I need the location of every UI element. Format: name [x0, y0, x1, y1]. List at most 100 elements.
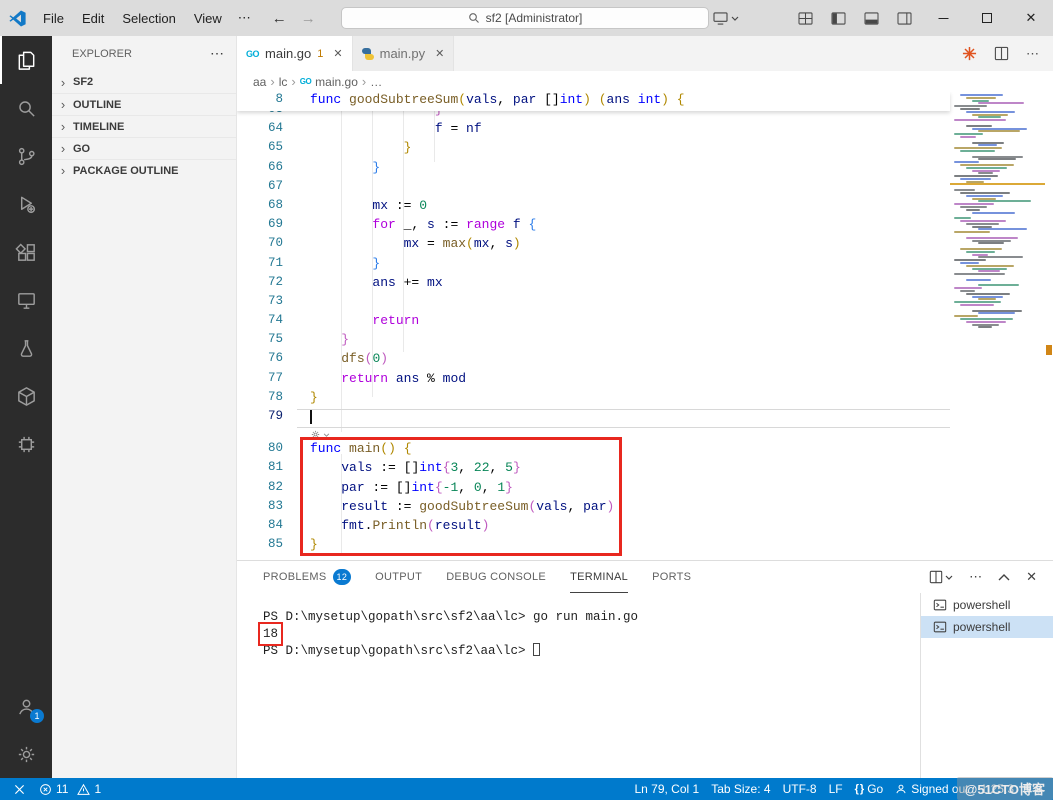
- code-line[interactable]: 64 f = nf: [237, 121, 950, 140]
- code-token: :=: [434, 217, 467, 233]
- terminal-output[interactable]: PS D:\mysetup\gopath\src\sf2\aa\lc> go r…: [237, 601, 920, 660]
- menu-selection[interactable]: Selection: [113, 7, 184, 30]
- panel-tab-debug-console[interactable]: DEBUG CONSOLE: [446, 561, 546, 593]
- terminal-instance-powershell[interactable]: powershell: [921, 616, 1053, 638]
- accounts-icon[interactable]: 1: [0, 682, 52, 730]
- code-line[interactable]: 76 dfs(0): [237, 351, 950, 370]
- remote-explorer-icon[interactable]: [0, 276, 52, 324]
- search-icon[interactable]: [0, 84, 52, 132]
- tab-close-icon[interactable]: ✕: [435, 47, 444, 60]
- package-icon[interactable]: [0, 372, 52, 420]
- status-encoding[interactable]: UTF-8: [777, 778, 823, 800]
- panel-tab-ports[interactable]: PORTS: [652, 561, 691, 593]
- panel-tab-output[interactable]: OUTPUT: [375, 561, 422, 593]
- code-line[interactable]: 71 }: [237, 256, 950, 275]
- panel-tab-problems[interactable]: PROBLEMS 12: [263, 561, 352, 593]
- menu-view[interactable]: View: [185, 7, 231, 30]
- code-line[interactable]: 79: [237, 409, 950, 429]
- source-control-icon[interactable]: [0, 132, 52, 180]
- minimize-button[interactable]: [921, 0, 965, 36]
- code-line[interactable]: 66 }: [237, 160, 950, 179]
- toggle-panel-icon[interactable]: [855, 11, 888, 25]
- split-terminal-icon[interactable]: [929, 570, 953, 584]
- code-line[interactable]: 72 ans += mx: [237, 275, 950, 294]
- menu-overflow[interactable]: ⋯: [231, 6, 258, 30]
- editor-scrollbar[interactable]: [1045, 92, 1053, 560]
- editor-more-actions-icon[interactable]: ⋯: [1026, 46, 1039, 62]
- run-extension-icon[interactable]: [962, 46, 977, 61]
- breadcrumb-item[interactable]: lc: [279, 75, 288, 89]
- menu-file[interactable]: File: [34, 7, 73, 30]
- status-cursor-position[interactable]: Ln 79, Col 1: [628, 778, 705, 800]
- code-line[interactable]: 69 for _, s := range f {: [237, 217, 950, 236]
- panel-tab-label: PROBLEMS: [263, 570, 327, 583]
- toggle-sidebar-icon[interactable]: [822, 11, 855, 25]
- sticky-scroll-line[interactable]: 8 func goodSubtreeSum(vals, par []int) (…: [237, 92, 950, 111]
- tab-close-icon[interactable]: ✕: [333, 47, 342, 60]
- sidebar-section-outline[interactable]: › OUTLINE: [52, 93, 236, 115]
- terminal-profile-icon[interactable]: [703, 11, 749, 25]
- minimap-line: [978, 130, 1020, 133]
- close-panel-icon[interactable]: ✕: [1026, 569, 1037, 585]
- minimap-line: [966, 180, 984, 183]
- breadcrumb-item[interactable]: …: [370, 75, 382, 89]
- section-label: OUTLINE: [73, 98, 122, 111]
- menu-edit[interactable]: Edit: [73, 7, 113, 30]
- split-editor-icon[interactable]: [994, 46, 1009, 61]
- line-content: }: [297, 160, 950, 179]
- toggle-secondary-sidebar-icon[interactable]: [888, 11, 921, 25]
- chip-icon[interactable]: [0, 420, 52, 468]
- problems-status[interactable]: 11 1: [33, 778, 107, 800]
- sidebar-section-go[interactable]: › GO: [52, 137, 236, 159]
- breadcrumb-item[interactable]: aa: [253, 75, 266, 89]
- code-line[interactable]: 68 mx := 0: [237, 198, 950, 217]
- terminal-instance-powershell[interactable]: powershell: [921, 594, 1053, 616]
- line-number: 73: [267, 293, 283, 308]
- minimap[interactable]: [950, 92, 1045, 560]
- panel-more-actions-icon[interactable]: ⋯: [969, 569, 982, 585]
- minimap-line: [966, 292, 1010, 295]
- command-center-search[interactable]: sf2 [Administrator]: [341, 7, 709, 29]
- code-line[interactable]: 70 mx = max(mx, s): [237, 236, 950, 255]
- customize-layout-icon[interactable]: [789, 11, 822, 25]
- close-button[interactable]: ✕: [1009, 0, 1053, 36]
- line-number: 82: [267, 479, 283, 494]
- breadcrumb-item[interactable]: GO main.go: [300, 75, 358, 89]
- forward-arrow-icon[interactable]: →: [301, 10, 316, 27]
- sidebar-section-sf2[interactable]: › SF2: [52, 71, 236, 93]
- maximize-button[interactable]: [965, 0, 1009, 36]
- code-editor[interactable]: 63 }64 f = nf65 }66 }6768 mx := 069 for …: [237, 92, 1053, 560]
- status-indentation[interactable]: Tab Size: 4: [705, 778, 776, 800]
- sidebar-section-timeline[interactable]: › TIMELINE: [52, 115, 236, 137]
- sidebar-section-package-outline[interactable]: › PACKAGE OUTLINE: [52, 159, 236, 181]
- explorer-icon[interactable]: [0, 36, 52, 84]
- status-language-mode[interactable]: { } Go: [849, 778, 890, 800]
- minimap-line: [954, 147, 1002, 150]
- extensions-icon[interactable]: [0, 228, 52, 276]
- back-arrow-icon[interactable]: ←: [272, 10, 287, 27]
- chevron-right-icon: ›: [60, 119, 66, 134]
- views-more-actions-icon[interactable]: ⋯: [210, 45, 224, 62]
- panel-tab-terminal[interactable]: TERMINAL: [570, 561, 629, 593]
- tab-main.py[interactable]: main.py ✕: [352, 36, 455, 71]
- minimap-line: [972, 309, 1022, 312]
- maximize-panel-icon[interactable]: [998, 573, 1010, 581]
- code-token: {: [676, 92, 685, 107]
- run-and-debug-icon[interactable]: [0, 180, 52, 228]
- code-line[interactable]: 73: [237, 294, 950, 313]
- status-label: Ln 79, Col 1: [634, 782, 700, 796]
- code-line[interactable]: 77 return ans % mod: [237, 371, 950, 390]
- remote-indicator-icon[interactable]: [8, 778, 31, 800]
- code-line[interactable]: 78}: [237, 390, 950, 409]
- testing-icon[interactable]: [0, 324, 52, 372]
- code-line[interactable]: 74 return: [237, 313, 950, 332]
- code-line[interactable]: 75 }: [237, 332, 950, 351]
- line-content: }: [297, 332, 950, 351]
- status-eol[interactable]: LF: [823, 778, 849, 800]
- code-token: int: [559, 92, 584, 107]
- settings-gear-icon[interactable]: [0, 730, 52, 778]
- tab-main.go[interactable]: GO main.go 1 ✕: [237, 36, 353, 71]
- code-line[interactable]: 65 }: [237, 140, 950, 159]
- code-line[interactable]: 67: [237, 179, 950, 198]
